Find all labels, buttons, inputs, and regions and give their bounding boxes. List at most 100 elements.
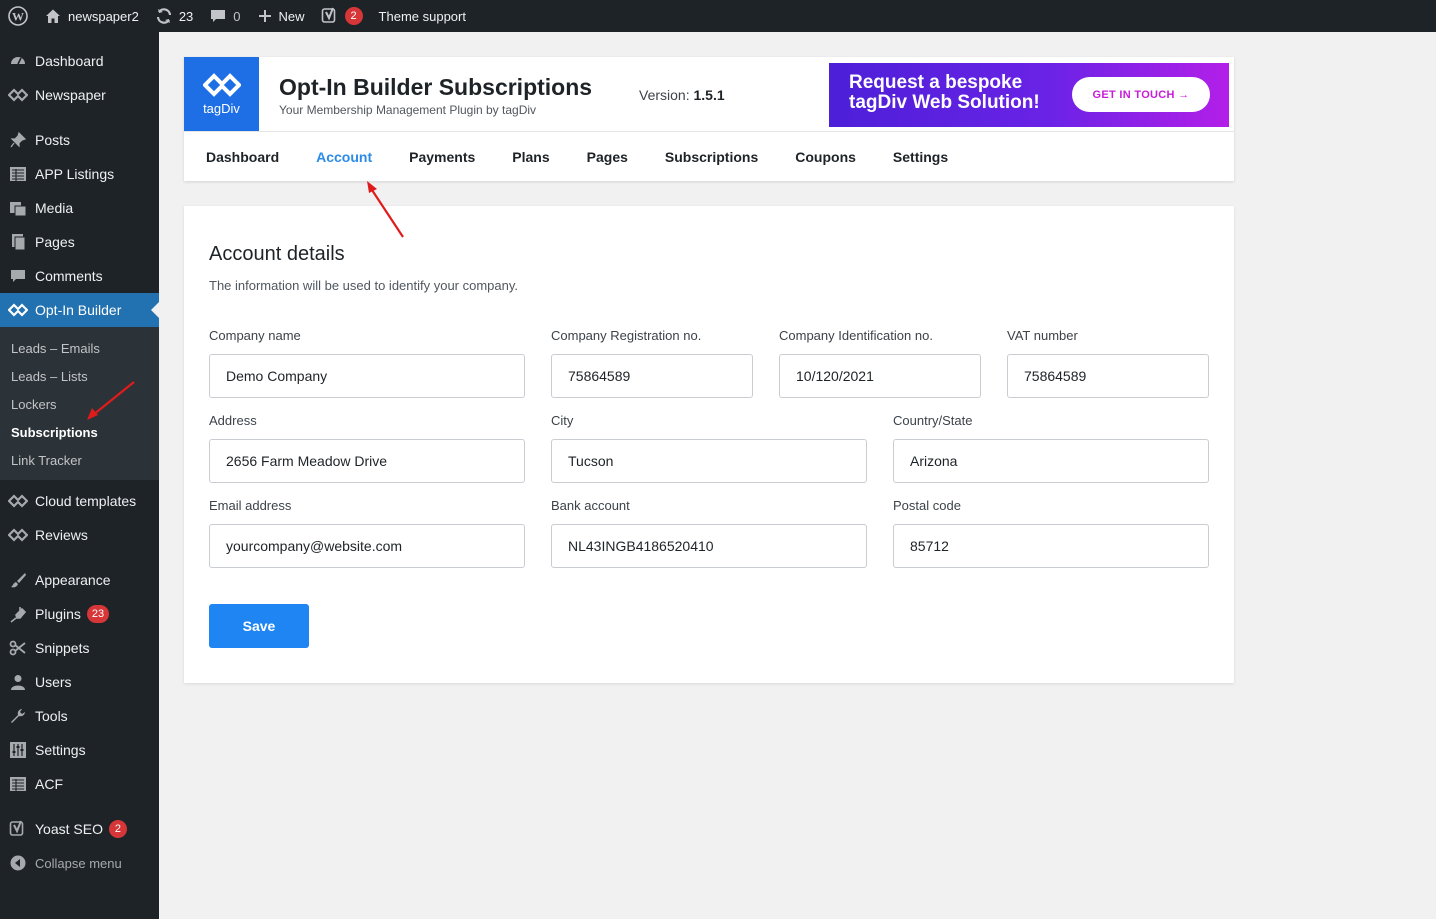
sidebar-item-yoast[interactable]: Yoast SEO 2 bbox=[0, 812, 159, 846]
sidebar-item-newspaper[interactable]: Newspaper bbox=[0, 78, 159, 112]
vat-number-field[interactable]: 75864589 bbox=[1007, 354, 1209, 398]
scissors-icon bbox=[8, 638, 28, 658]
collapse-arrow-icon bbox=[8, 853, 28, 873]
sidebar-label-comments: Comments bbox=[35, 268, 103, 284]
promo-banner[interactable]: Request a bespoke tagDiv Web Solution! G… bbox=[829, 63, 1229, 127]
logo-text: tagDiv bbox=[203, 100, 240, 116]
svg-text:W: W bbox=[12, 10, 24, 24]
sidebar-item-plugins[interactable]: Plugins 23 bbox=[0, 597, 159, 631]
sidebar-label-appearance: Appearance bbox=[35, 572, 111, 588]
save-button[interactable]: Save bbox=[209, 604, 309, 648]
bank-account-field[interactable]: NL43INGB4186520410 bbox=[551, 524, 867, 568]
sidebar-item-settings[interactable]: Settings bbox=[0, 733, 159, 767]
sidebar-item-snippets[interactable]: Snippets bbox=[0, 631, 159, 665]
tab-plans[interactable]: Plans bbox=[512, 149, 549, 165]
sidebar-item-pages[interactable]: Pages bbox=[0, 225, 159, 259]
tab-settings[interactable]: Settings bbox=[893, 149, 948, 165]
version-info: Version: 1.5.1 bbox=[639, 87, 725, 103]
tagdiv-logo-icon bbox=[202, 72, 241, 97]
company-registration-field[interactable]: 75864589 bbox=[551, 354, 753, 398]
collapse-menu-button[interactable]: Collapse menu bbox=[0, 846, 159, 880]
city-label: City bbox=[551, 413, 574, 428]
company-registration-group: Company Registration no. 75864589 bbox=[551, 328, 753, 398]
sidebar-item-tools[interactable]: Tools bbox=[0, 699, 159, 733]
company-name-group: Company name Demo Company bbox=[209, 328, 525, 398]
vat-number-group: VAT number 75864589 bbox=[1007, 328, 1209, 398]
email-group: Email address yourcompany@website.com bbox=[209, 498, 525, 568]
company-identification-field[interactable]: 10/120/2021 bbox=[779, 354, 981, 398]
company-registration-label: Company Registration no. bbox=[551, 328, 702, 343]
site-name-link[interactable]: newspaper2 bbox=[36, 0, 147, 32]
postal-code-field[interactable]: 85712 bbox=[893, 524, 1209, 568]
comments-count: 0 bbox=[233, 8, 241, 24]
submenu-item-link-tracker[interactable]: Link Tracker bbox=[0, 446, 159, 474]
tagdiv-logo-icon bbox=[8, 300, 28, 320]
section-title: Account details bbox=[209, 243, 345, 265]
sidebar-item-dashboard[interactable]: Dashboard bbox=[0, 44, 159, 78]
city-field[interactable]: Tucson bbox=[551, 439, 867, 483]
version-label: Version: bbox=[639, 87, 690, 103]
home-icon bbox=[46, 9, 60, 23]
submenu-item-leads-emails[interactable]: Leads – Emails bbox=[0, 334, 159, 362]
sidebar-item-users[interactable]: Users bbox=[0, 665, 159, 699]
sidebar-item-acf[interactable]: ACF bbox=[0, 767, 159, 801]
page-subtitle: Your Membership Management Plugin by tag… bbox=[279, 103, 537, 117]
sidebar-label-plugins: Plugins bbox=[35, 606, 81, 622]
sidebar-label-snippets: Snippets bbox=[35, 640, 90, 656]
sidebar-item-cloud-templates[interactable]: Cloud templates bbox=[0, 484, 159, 518]
yoast-icon bbox=[8, 819, 28, 839]
sidebar-item-posts[interactable]: Posts bbox=[0, 123, 159, 157]
updates-icon bbox=[156, 8, 171, 24]
plus-icon bbox=[258, 10, 271, 22]
comments-link[interactable]: 0 bbox=[201, 0, 248, 32]
get-in-touch-button[interactable]: GET IN TOUCH → bbox=[1072, 77, 1210, 112]
paintbrush-icon bbox=[8, 570, 28, 590]
address-field[interactable]: 2656 Farm Meadow Drive bbox=[209, 439, 525, 483]
submenu-item-subscriptions[interactable]: Subscriptions bbox=[0, 418, 159, 446]
postal-code-group: Postal code 85712 bbox=[893, 498, 1209, 568]
tab-subscriptions[interactable]: Subscriptions bbox=[665, 149, 758, 165]
sidebar-item-appearance[interactable]: Appearance bbox=[0, 563, 159, 597]
sidebar-item-media[interactable]: Media bbox=[0, 191, 159, 225]
sidebar-item-optin-builder[interactable]: Opt-In Builder bbox=[0, 293, 159, 327]
sidebar-item-comments[interactable]: Comments bbox=[0, 259, 159, 293]
postal-code-label: Postal code bbox=[893, 498, 961, 513]
plugin-header: tagDiv Opt-In Builder Subscriptions Your… bbox=[184, 57, 1234, 181]
tagdiv-logo-icon bbox=[8, 85, 28, 105]
yoast-notification-badge: 2 bbox=[344, 7, 363, 25]
updates-count: 23 bbox=[178, 8, 194, 24]
tagdiv-logo-icon bbox=[8, 525, 28, 545]
sidebar-label-users: Users bbox=[35, 674, 72, 690]
tab-dashboard[interactable]: Dashboard bbox=[206, 149, 279, 165]
wordpress-logo-icon[interactable]: W bbox=[0, 0, 36, 32]
theme-support-link[interactable]: Theme support bbox=[371, 0, 474, 32]
tab-pages[interactable]: Pages bbox=[587, 149, 628, 165]
tagdiv-logo-icon bbox=[8, 491, 28, 511]
country-state-field[interactable]: Arizona bbox=[893, 439, 1209, 483]
submenu-item-lockers[interactable]: Lockers bbox=[0, 390, 159, 418]
sidebar-item-reviews[interactable]: Reviews bbox=[0, 518, 159, 552]
tab-coupons[interactable]: Coupons bbox=[795, 149, 856, 165]
country-state-group: Country/State Arizona bbox=[893, 413, 1209, 483]
tab-payments[interactable]: Payments bbox=[409, 149, 475, 165]
city-group: City Tucson bbox=[551, 413, 867, 483]
email-field[interactable]: yourcompany@website.com bbox=[209, 524, 525, 568]
submenu-item-leads-lists[interactable]: Leads – Lists bbox=[0, 362, 159, 390]
company-identification-group: Company Identification no. 10/120/2021 bbox=[779, 328, 981, 398]
sidebar-label-yoast: Yoast SEO bbox=[35, 821, 103, 837]
tab-account[interactable]: Account bbox=[316, 149, 372, 165]
country-state-label: Country/State bbox=[893, 413, 973, 428]
plug-icon bbox=[8, 604, 28, 624]
tagdiv-logo: tagDiv bbox=[184, 57, 259, 131]
yoast-notification-badge: 2 bbox=[108, 820, 127, 838]
sidebar-item-app-listings[interactable]: APP Listings bbox=[0, 157, 159, 191]
sidebar-label-dashboard: Dashboard bbox=[35, 53, 104, 69]
company-name-field[interactable]: Demo Company bbox=[209, 354, 525, 398]
admin-bar: W newspaper2 23 0 New 2 Theme support bbox=[0, 0, 1436, 32]
updates-link[interactable]: 23 bbox=[147, 0, 201, 32]
comments-icon bbox=[8, 266, 28, 286]
new-content-link[interactable]: New bbox=[249, 0, 313, 32]
settings-sliders-icon bbox=[8, 740, 28, 760]
pages-icon bbox=[8, 232, 28, 252]
yoast-adminbar-link[interactable]: 2 bbox=[313, 0, 371, 32]
